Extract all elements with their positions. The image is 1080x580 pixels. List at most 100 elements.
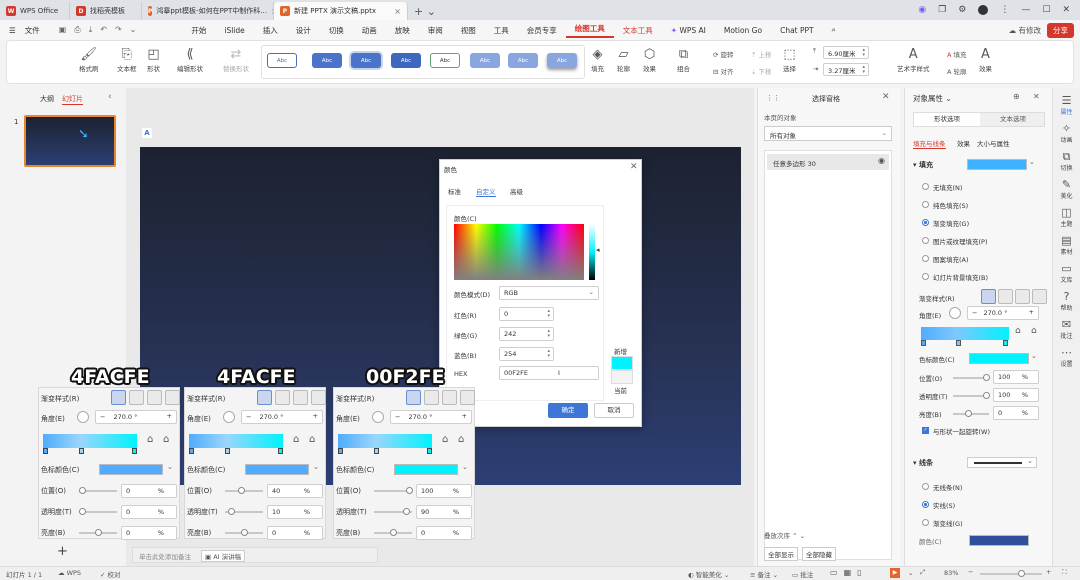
menu-insert[interactable]: 插入 (254, 25, 287, 36)
pane-collapse-icon[interactable]: ⋮⋮ (766, 94, 780, 102)
style-swatch-4[interactable]: Abc (391, 53, 421, 68)
gradient-bar[interactable] (43, 434, 137, 448)
transparency-input[interactable]: 100% (993, 388, 1039, 402)
slider-knob[interactable] (238, 487, 245, 494)
rail-beautify[interactable]: ✎ 美化 (1053, 178, 1080, 200)
stop-color-swatch[interactable] (394, 464, 458, 475)
brightness-slider[interactable] (953, 410, 989, 417)
fill-section-header[interactable]: ▾ 填充 (913, 160, 933, 170)
tab-fill-line[interactable]: 填充与线条 (913, 138, 946, 149)
gradient-path-icon[interactable] (311, 390, 326, 405)
color-spectrum[interactable] (454, 224, 584, 280)
minus-icon[interactable]: − (972, 309, 977, 317)
menu-member[interactable]: 会员专享 (518, 25, 566, 36)
position-input[interactable]: 0% (121, 484, 177, 498)
brightness-input[interactable]: 0% (267, 526, 323, 540)
gradient-linear-icon[interactable] (981, 289, 996, 304)
reading-view-icon[interactable]: ▯ (857, 568, 867, 577)
radio-solid-line[interactable] (922, 501, 929, 508)
gradient-stop-1[interactable] (189, 448, 194, 454)
gradient-path-icon[interactable] (1032, 289, 1047, 304)
slider-knob[interactable] (79, 487, 86, 494)
menu-transition[interactable]: 切换 (320, 25, 353, 36)
group-button[interactable]: ⧉ 组合 (677, 47, 690, 73)
undo-icon[interactable]: ↶ (100, 25, 107, 35)
gradient-linear-icon[interactable] (111, 390, 126, 405)
position-slider[interactable] (953, 374, 990, 381)
stop-color-swatch[interactable] (969, 353, 1029, 364)
add-stop-icon[interactable]: ⌂ (147, 434, 153, 445)
gradient-rect-icon[interactable] (293, 390, 308, 405)
wps-status[interactable]: ☁ WPS (58, 569, 81, 577)
menu-animation[interactable]: 动画 (353, 25, 386, 36)
spinner-icon[interactable]: ▴ ▾ (547, 349, 550, 359)
line-color-swatch[interactable] (969, 535, 1029, 546)
radio-no-fill[interactable] (922, 183, 929, 190)
tab-text-options[interactable]: 文本选项 (980, 113, 1046, 126)
remove-stop-icon[interactable]: ⌂ (309, 434, 315, 445)
ai-notes-button[interactable]: ▣ AI 演讲稿 (201, 550, 246, 562)
angle-dial-icon[interactable] (949, 307, 961, 319)
fit-window-icon[interactable]: ⛶ (1062, 568, 1067, 577)
tab-wps-office[interactable]: W WPS Office (0, 2, 70, 20)
angle-dial-icon[interactable] (372, 411, 384, 423)
close-icon[interactable]: ✕ (1033, 92, 1040, 101)
menu-text-tools[interactable]: 文本工具 (614, 25, 662, 36)
plus-icon[interactable]: + (167, 412, 172, 420)
brightness-input[interactable]: 0% (416, 526, 472, 540)
comments-toggle[interactable]: ▭ 批注 (792, 569, 813, 579)
chevron-down-icon[interactable]: ⌄ (1029, 158, 1035, 166)
radio-gradient-line[interactable] (922, 519, 929, 526)
effect-button[interactable]: ⬡ 效果 (643, 47, 656, 73)
gradient-stop-3[interactable] (1003, 340, 1008, 346)
hide-all-button[interactable]: 全部隐藏 (802, 547, 836, 561)
select-button[interactable]: ⬚ 选择 (783, 47, 796, 73)
view-buttons[interactable]: ▭▦▯ (830, 568, 868, 577)
skin-icon[interactable]: ⚙ (958, 5, 966, 15)
show-all-button[interactable]: 全部显示 (764, 547, 798, 561)
close-window-icon[interactable]: ✕ (1062, 5, 1070, 15)
gradient-stop-2[interactable] (225, 448, 230, 454)
menu-slideshow[interactable]: 放映 (386, 25, 419, 36)
menu-chat-ppt[interactable]: Chat PPT (771, 26, 823, 35)
format-painter-button[interactable]: 🖌 格式刷 (79, 47, 99, 73)
textbox-button[interactable]: ⎘ 文本框 (117, 47, 137, 73)
gradient-linear-icon[interactable] (406, 390, 421, 405)
rail-assets[interactable]: ▤ 素材 (1053, 234, 1080, 256)
restore-window-icon[interactable]: ❐ (938, 5, 946, 15)
gradient-stop-2[interactable] (956, 340, 961, 346)
radio-pattern-fill[interactable] (922, 255, 929, 262)
proofread-button[interactable]: ✓ 校对 (100, 569, 121, 579)
props-title[interactable]: 对象属性 ⌄ (913, 93, 952, 104)
gradient-linear-icon[interactable] (257, 390, 272, 405)
height-input[interactable]: 3.27厘米 ▴ ▾ (823, 63, 869, 76)
transparency-input[interactable]: 0% (121, 505, 177, 519)
gradient-radial-icon[interactable] (129, 390, 144, 405)
move-up-button[interactable]: ⇡ 上移 (751, 49, 772, 59)
ai-icon[interactable]: ◉ (918, 5, 926, 15)
menu-design[interactable]: 设计 (287, 25, 320, 36)
tab-custom[interactable]: 自定义 (476, 186, 496, 197)
replace-shape-button[interactable]: ⇄ 替换形状 (223, 47, 249, 73)
tab-outline[interactable]: 大纲 (40, 94, 54, 104)
menu-drawing-tools[interactable]: 绘图工具 (565, 23, 614, 38)
tab-standard[interactable]: 标准 (448, 186, 461, 196)
gradient-radial-icon[interactable] (275, 390, 290, 405)
radio-picture-fill[interactable] (922, 237, 929, 244)
angle-input[interactable]: −270.0 ° + (95, 410, 177, 424)
notes-bar[interactable]: 单击此处添加备注 ▣ AI 演讲稿 (132, 547, 378, 563)
zoom-out-icon[interactable]: − (968, 568, 973, 576)
menu-home[interactable]: 开始 (182, 25, 215, 36)
close-icon[interactable]: ✕ (630, 162, 638, 172)
remove-stop-icon[interactable]: ⌂ (458, 434, 464, 445)
slider-knob[interactable] (1018, 570, 1025, 577)
collapse-icon[interactable]: ‹ (108, 92, 112, 102)
object-filter-select[interactable]: 所有对象 ⌄ (764, 126, 892, 141)
plus-icon[interactable]: + (313, 412, 318, 420)
normal-view-icon[interactable]: ▭ (830, 568, 844, 577)
luminance-slider[interactable] (589, 224, 595, 280)
tab-docer[interactable]: D 找稻壳模板 (70, 2, 142, 20)
more-icon[interactable]: ⋮ (1000, 5, 1009, 15)
zoom-level[interactable]: 83% (944, 569, 958, 577)
modified-indicator[interactable]: ☁ 有修改 (1009, 25, 1041, 36)
